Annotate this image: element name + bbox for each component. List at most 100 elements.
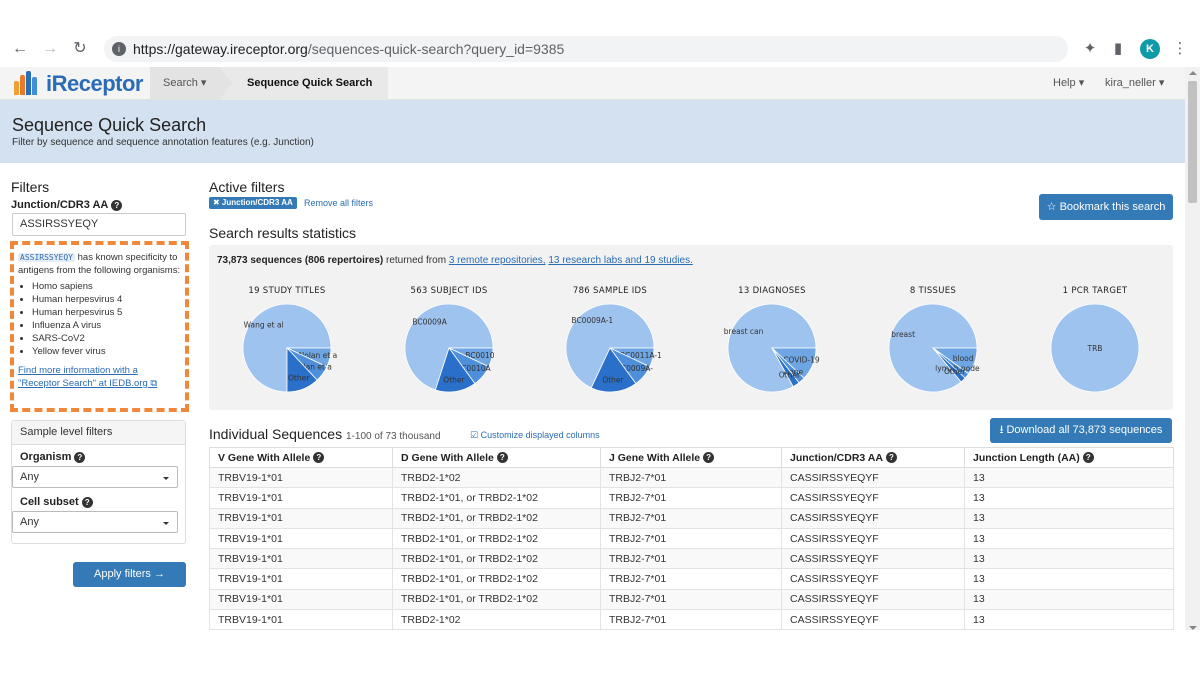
specificity-text: ASSIRSSYEQY has known specificity to ant… [18,252,181,276]
help-icon[interactable]: ? [74,451,86,463]
chart-title-subject: 563 SUBJECT IDS [410,286,488,296]
back-arrow-icon[interactable]: ← [10,39,30,59]
forward-arrow-icon[interactable]: → [40,39,60,59]
tissues-pie[interactable]: breastbloodlymph nodeOther [858,298,1008,402]
repositories-link[interactable]: 3 remote repositories, [449,255,546,266]
table-cell: TRBV19-1*01 [209,527,393,550]
scroll-up-arrow-icon[interactable] [1189,71,1197,75]
chart-title-study: 19 STUDY TITLES [248,286,326,296]
caret-down-icon: ▾ [200,77,207,89]
active-filters-heading: Active filters [209,179,285,195]
table-cell: 13 [964,568,1174,590]
column-header[interactable]: V Gene With Allele? [209,447,393,468]
table-cell: TRBV19-1*01 [209,487,393,509]
pie-slice-label: TRB [1087,344,1103,353]
table-row[interactable]: TRBV19-1*01 TRBD2-1*01, or TRBD2-1*02 TRBJ… [209,487,1174,509]
labs-studies-link[interactable]: 13 research labs and 19 studies. [548,255,693,266]
column-header[interactable]: Junction Length (AA)? [964,447,1174,468]
table-cell: CASSIRSSYEQYF [781,507,965,529]
remove-all-filters-link[interactable]: Remove all filters [304,198,373,208]
table-cell: 13 [964,487,1174,509]
reload-icon[interactable]: ↻ [70,39,90,59]
pcr-target-pie[interactable]: TRB [1020,298,1170,402]
column-header[interactable]: J Gene With Allele? [600,447,782,468]
help-icon[interactable]: ? [1082,452,1094,464]
extensions-icon[interactable]: ✦ [1080,39,1100,59]
iedb-link[interactable]: Find more information with a "Receptor S… [18,364,181,390]
table-row[interactable]: TRBV19-1*01 TRBD2-1*01, or TRBD2-1*02 TRBJ… [209,527,1174,550]
help-icon[interactable]: ? [81,496,93,508]
ireceptor-logo[interactable]: iReceptor [12,69,143,99]
antigen-specificity-box: ASSIRSSYEQY has known specificity to ant… [10,241,189,412]
download-icon: ⭳ [999,424,1004,436]
cell-subset-select[interactable]: Any [12,511,178,533]
user-menu[interactable]: kira_neller ▾ [1105,67,1164,100]
table-cell: TRBJ2-7*01 [600,487,782,509]
profile-avatar[interactable]: K [1140,39,1160,59]
chart-title-diagnosis: 13 DIAGNOSES [738,286,806,296]
individual-sequences-heading: Individual Sequences 1-100 of 73 thousan… [209,426,441,442]
column-header[interactable]: D Gene With Allele? [392,447,601,468]
cell-subset-label: Cell subset? [20,496,93,508]
table-row[interactable]: TRBV19-1*01 TRBD2-1*02 TRBJ2-7*01 CASSIRSSY… [209,466,1174,489]
list-item: Influenza A virus [32,319,181,332]
pie-slice-label: BC0009A [412,317,447,326]
address-bar[interactable]: i https://gateway.ireceptor.org/sequence… [104,36,1068,62]
table-cell: TRBV19-1*01 [209,548,393,570]
table-cell: CASSIRSSYEQYF [781,568,965,590]
logo-mark-icon [12,71,42,97]
table-row[interactable]: TRBV19-1*01 TRBD2-1*01, or TRBD2-1*02 TRBJ… [209,568,1174,590]
table-cell: 13 [964,466,1174,489]
study-titles-pie[interactable]: Wang et alNolan et aNolan et aOther [212,298,362,402]
search-menu[interactable]: Search ▾ [150,67,220,100]
junction-input[interactable]: ASSIRSSYEQY [12,213,186,236]
help-icon[interactable]: ? [703,452,715,464]
filters-heading: Filters [11,179,50,195]
table-cell: TRBJ2-7*01 [600,568,782,590]
list-item: SARS-CoV2 [32,332,181,345]
customize-columns-link[interactable]: ☑ Customize displayed columns [470,430,600,441]
subject-ids-pie[interactable]: BC0009ABC0010BC0010AOther [374,298,524,402]
bookmark-search-button[interactable]: ☆ Bookmark this search [1039,194,1173,220]
diagnoses-pie[interactable]: breast canCOVID-19NoneOther [697,298,847,402]
table-cell: TRBV19-1*01 [209,466,393,489]
logo-text: iReceptor [46,71,143,96]
column-header[interactable]: Junction/CDR3 AA? [781,447,965,468]
apply-filters-button[interactable]: Apply filters → [73,562,186,587]
help-icon[interactable]: ? [111,199,123,211]
help-icon[interactable]: ? [496,452,508,464]
external-link-icon: ⧉ [150,378,158,389]
pie-slice-label: breast [891,330,915,339]
table-cell: TRBJ2-7*01 [600,466,782,489]
url-text: https://gateway.ireceptor.org/sequences-… [133,41,565,57]
stats-summary: 73,873 sequences (806 repertoires) retur… [217,255,693,266]
table-cell: CASSIRSSYEQYF [781,548,965,570]
download-sequences-button[interactable]: ⭳ Download all 73,873 sequences [990,418,1172,443]
site-info-icon[interactable]: i [112,42,126,56]
stats-heading: Search results statistics [209,225,357,241]
help-icon[interactable]: ? [885,452,897,464]
pie-slice-label: blood [953,354,974,363]
help-icon[interactable]: ? [313,452,325,464]
junction-filter-chip[interactable]: ✖ Junction/CDR3 AA [209,197,297,209]
table-cell: TRBD2-1*01, or TRBD2-1*02 [392,507,601,529]
junction-code: ASSIRSSYEQY [18,253,75,262]
table-row[interactable]: TRBV19-1*01 TRBD2-1*02 TRBJ2-7*01 CASSIRSSY… [209,609,1174,631]
help-menu[interactable]: Help ▾ [1053,67,1084,100]
table-cell: TRBJ2-7*01 [600,588,782,611]
table-cell: TRBD2-1*01, or TRBD2-1*02 [392,588,601,611]
organism-list: Homo sapiens Human herpesvirus 4 Human h… [18,280,181,358]
table-row[interactable]: TRBV19-1*01 TRBD2-1*01, or TRBD2-1*02 TRBJ… [209,507,1174,529]
caret-down-icon: ▾ [1158,77,1165,89]
page-subtitle: Filter by sequence and sequence annotati… [12,137,314,148]
table-row[interactable]: TRBV19-1*01 TRBD2-1*01, or TRBD2-1*02 TRBJ… [209,588,1174,611]
table-cell: TRBD2-1*01, or TRBD2-1*02 [392,548,601,570]
side-panel-icon[interactable]: ▮ [1108,39,1128,59]
sample-ids-pie[interactable]: BC0009A-1BC0011A-1BC0009A-Other [535,298,685,402]
table-row[interactable]: TRBV19-1*01 TRBD2-1*01, or TRBD2-1*02 TRBJ… [209,548,1174,570]
table-cell: TRBD2-1*01, or TRBD2-1*02 [392,568,601,590]
browser-menu-icon[interactable]: ⋮ [1170,39,1190,59]
scrollbar-thumb[interactable] [1188,81,1197,203]
sample-panel-title: Sample level filters [12,421,185,445]
organism-select[interactable]: Any [12,466,178,488]
